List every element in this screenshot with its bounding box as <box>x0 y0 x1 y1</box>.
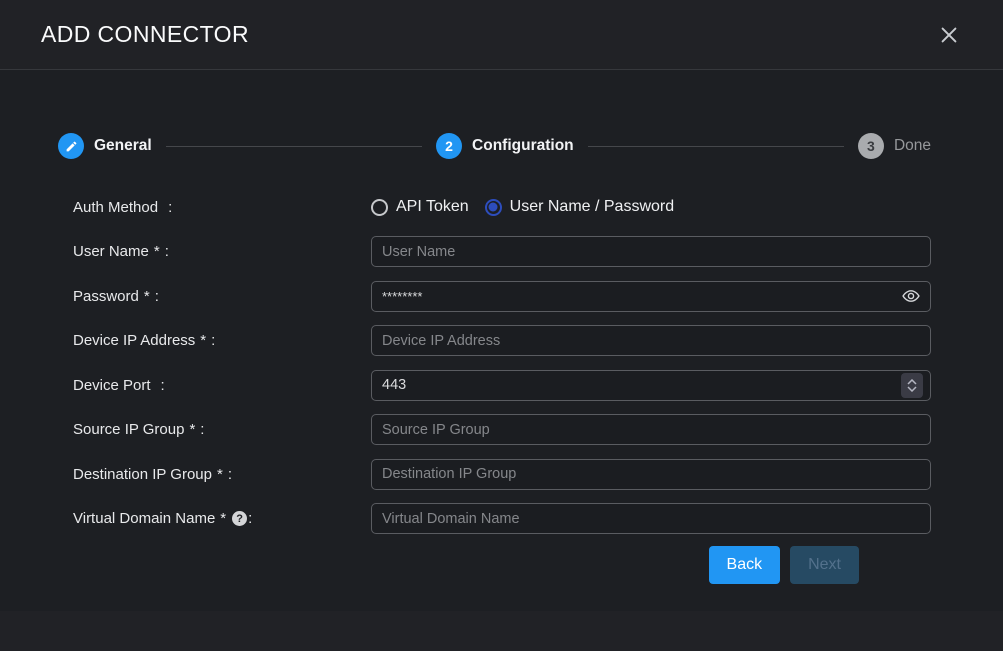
dialog-actions: Back Next <box>73 541 931 584</box>
step-circle-general <box>58 133 84 159</box>
destination-ip-group-label: Destination IP Group*: <box>73 466 371 483</box>
device-ip-input-wrap <box>371 325 931 356</box>
form-row-password: Password*: <box>73 274 931 319</box>
wizard-stepper: General 2 Configuration 3 Done <box>0 70 1003 159</box>
device-port-input-wrap <box>371 370 931 401</box>
form-row-auth-method: Auth Method: API Token User Name / Passw… <box>73 185 931 230</box>
destination-ip-group-input[interactable] <box>382 466 923 482</box>
stepper-step-done: 3 Done <box>858 133 931 159</box>
step-circle-configuration: 2 <box>436 133 462 159</box>
add-connector-dialog: ADD CONNECTOR General <box>0 0 1003 651</box>
source-ip-group-label: Source IP Group*: <box>73 421 371 438</box>
radio-api-token[interactable]: API Token <box>371 198 469 216</box>
stepper-step-general[interactable]: General <box>58 133 152 159</box>
source-ip-group-input-wrap <box>371 414 931 445</box>
destination-ip-group-input-wrap <box>371 459 931 490</box>
step-label-configuration: Configuration <box>472 137 574 155</box>
chevron-up-icon[interactable] <box>907 379 917 385</box>
help-icon[interactable]: ? <box>232 511 247 526</box>
auth-method-options: API Token User Name / Password <box>371 198 931 216</box>
radio-circle-icon <box>485 199 502 216</box>
virtual-domain-name-label: Virtual Domain Name*?: <box>73 510 371 527</box>
step-circle-done: 3 <box>858 133 884 159</box>
pencil-icon <box>65 140 78 153</box>
device-port-input[interactable] <box>382 377 901 393</box>
close-icon[interactable] <box>936 22 962 48</box>
source-ip-group-input[interactable] <box>382 422 923 438</box>
connector-form: Auth Method: API Token User Name / Passw… <box>0 159 1003 584</box>
stepper-connector-line <box>166 146 422 147</box>
stepper-connector-line <box>588 146 844 147</box>
dialog-header: ADD CONNECTOR <box>0 0 1003 70</box>
user-name-label: User Name*: <box>73 243 371 260</box>
form-row-source-ip-group: Source IP Group*: <box>73 408 931 453</box>
virtual-domain-name-input[interactable] <box>382 511 923 527</box>
user-name-input-wrap <box>371 236 931 267</box>
dialog-title: ADD CONNECTOR <box>41 21 249 48</box>
form-row-device-port: Device Port: <box>73 363 931 408</box>
radio-username-password[interactable]: User Name / Password <box>485 198 675 216</box>
port-stepper[interactable] <box>901 373 923 398</box>
password-input[interactable] <box>382 289 899 304</box>
step-label-done: Done <box>894 137 931 155</box>
stepper-step-configuration[interactable]: 2 Configuration <box>436 133 574 159</box>
device-port-label: Device Port: <box>73 377 371 394</box>
back-button[interactable]: Back <box>709 546 781 584</box>
dialog-body: General 2 Configuration 3 Done Auth Meth… <box>0 70 1003 611</box>
device-ip-label: Device IP Address*: <box>73 332 371 349</box>
next-button[interactable]: Next <box>790 546 859 584</box>
user-name-input[interactable] <box>382 244 923 260</box>
form-row-virtual-domain-name: Virtual Domain Name*?: <box>73 497 931 542</box>
form-row-user-name: User Name*: <box>73 230 931 275</box>
show-password-eye-icon[interactable] <box>899 286 923 306</box>
step-label-general: General <box>94 137 152 155</box>
device-ip-input[interactable] <box>382 333 923 349</box>
virtual-domain-name-input-wrap <box>371 503 931 534</box>
auth-method-label: Auth Method: <box>73 199 371 216</box>
password-input-wrap <box>371 281 931 312</box>
chevron-down-icon[interactable] <box>907 386 917 392</box>
password-label: Password*: <box>73 288 371 305</box>
form-row-device-ip: Device IP Address*: <box>73 319 931 364</box>
form-row-destination-ip-group: Destination IP Group*: <box>73 452 931 497</box>
radio-circle-icon <box>371 199 388 216</box>
